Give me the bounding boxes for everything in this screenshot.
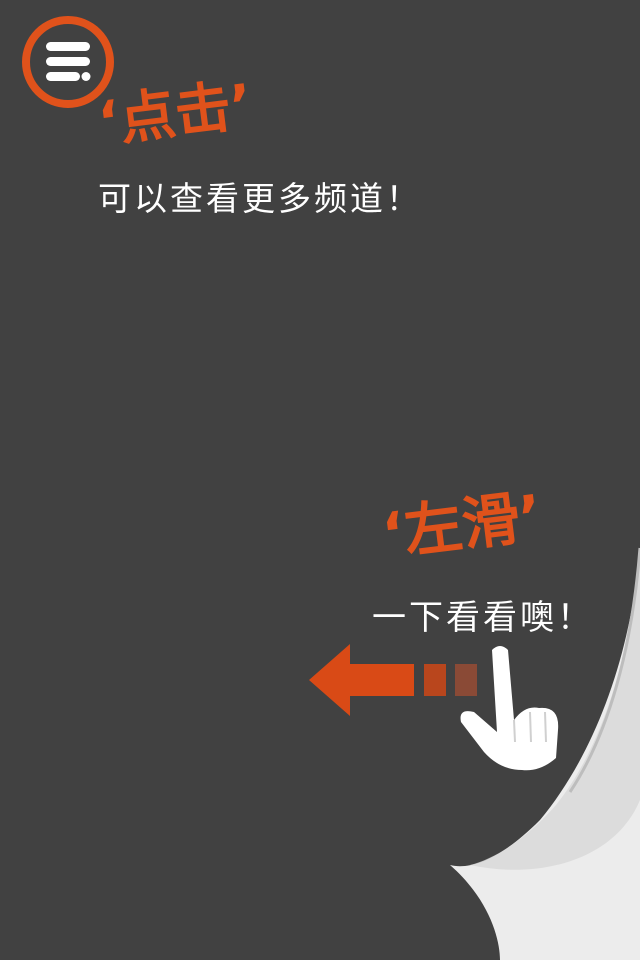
guide-overlay[interactable]: ‘点击’ 可以查看更多频道！ ‘左滑’ 一下看看噢！ [0, 0, 640, 960]
page-curl-icon [450, 547, 640, 960]
